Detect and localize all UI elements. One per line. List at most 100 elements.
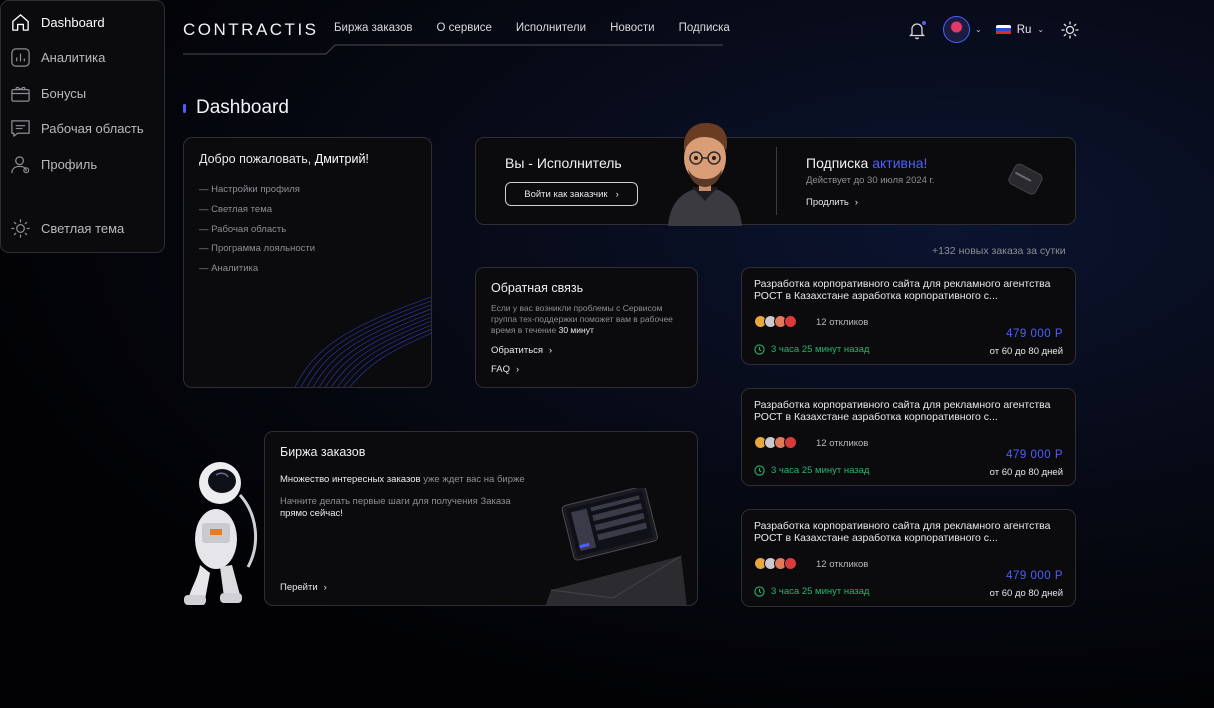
role-divider bbox=[776, 147, 777, 215]
go-to-exchange-link[interactable]: Перейти › bbox=[280, 582, 327, 593]
order-title[interactable]: Разработка корпоративного сайта для рекл… bbox=[754, 278, 1066, 302]
quick-link-profile-settings[interactable]: — Настройки профиля bbox=[199, 180, 315, 200]
quick-link-workspace[interactable]: — Рабочая область bbox=[199, 220, 315, 240]
welcome-greeting: Добро пожаловать, bbox=[199, 152, 312, 166]
order-time-label: 3 часа 25 минут назад bbox=[771, 344, 870, 355]
sun-icon bbox=[11, 219, 30, 238]
responder-avatars bbox=[754, 557, 797, 570]
responder-avatars bbox=[754, 436, 797, 449]
order-price: 479 000 Р bbox=[1006, 449, 1063, 461]
chevron-down-icon[interactable]: ⌄ bbox=[975, 25, 982, 34]
login-as-customer-button[interactable]: Войти как заказчик › bbox=[505, 182, 638, 206]
bell-icon[interactable] bbox=[906, 19, 928, 41]
order-time-label: 3 часа 25 минут назад bbox=[771, 586, 870, 597]
chevron-right-icon: › bbox=[549, 345, 553, 356]
sidebar-item-profile[interactable]: Профиль bbox=[10, 154, 97, 175]
subscription-title: Подписка активна! bbox=[806, 155, 927, 171]
order-time: 3 часа 25 минут назад bbox=[754, 344, 869, 355]
nav-link-orders[interactable]: Биржа заказов bbox=[334, 22, 413, 34]
link-label: Обратиться bbox=[491, 345, 544, 356]
order-duration: от 60 до 80 дней bbox=[989, 588, 1063, 599]
chevron-right-icon: › bbox=[854, 197, 859, 208]
feedback-card: Обратная связь Если у вас возникли пробл… bbox=[475, 267, 698, 388]
avatar bbox=[784, 557, 797, 570]
order-title[interactable]: Разработка корпоративного сайта для рекл… bbox=[754, 520, 1066, 544]
subscription-status: активна! bbox=[872, 155, 928, 171]
role-title: Вы - Исполнитель bbox=[505, 155, 622, 171]
clock-icon bbox=[754, 586, 765, 597]
contact-support-link[interactable]: Обратиться › bbox=[491, 345, 552, 356]
exchange-line1-bold: Множество интересных заказов bbox=[280, 474, 421, 485]
analytics-icon bbox=[11, 48, 30, 67]
exchange-line2: Начните делать первые шаги для получения… bbox=[280, 496, 540, 519]
character-illustration bbox=[668, 123, 742, 226]
sidebar-item-bonuses[interactable]: Бонусы bbox=[10, 83, 86, 104]
exchange-card: Биржа заказов Множество интересных заказ… bbox=[264, 431, 698, 606]
order-title[interactable]: Разработка корпоративного сайта для рекл… bbox=[754, 399, 1066, 423]
nav-link-news[interactable]: Новости bbox=[610, 22, 655, 34]
feedback-text-time: 30 минут bbox=[558, 325, 594, 335]
response-count: 12 откликов bbox=[816, 559, 869, 570]
order-time: 3 часа 25 минут назад bbox=[754, 586, 869, 597]
chevron-down-icon: ⌄ bbox=[1037, 25, 1045, 34]
quick-link-analytics[interactable]: — Аналитика bbox=[199, 259, 315, 279]
subscription-prefix: Подписка bbox=[806, 155, 869, 171]
chevron-right-icon: › bbox=[615, 188, 619, 200]
quick-links: — Настройки профиля — Светлая тема — Раб… bbox=[199, 180, 315, 279]
order-card[interactable]: Разработка корпоративного сайта для рекл… bbox=[741, 509, 1076, 607]
response-count: 12 откликов bbox=[816, 438, 869, 449]
feedback-title: Обратная связь bbox=[491, 281, 584, 295]
welcome-name: Дмитрий! bbox=[314, 152, 369, 166]
faq-link[interactable]: FAQ › bbox=[491, 364, 519, 375]
sidebar-item-label: Профиль bbox=[41, 157, 98, 172]
avatar bbox=[784, 315, 797, 328]
sidebar-item-dashboard[interactable]: Dashboard bbox=[10, 12, 105, 33]
exchange-line2-text: Начните делать первые шаги для получения… bbox=[280, 496, 511, 507]
subscription-valid-until: Действует до 30 июля 2024 г. bbox=[806, 175, 935, 186]
chevron-right-icon: › bbox=[323, 582, 327, 593]
quick-link-light-theme[interactable]: — Светлая тема bbox=[199, 200, 315, 220]
sidebar-item-label: Аналитика bbox=[41, 50, 106, 65]
chevron-right-icon: › bbox=[516, 364, 520, 375]
exchange-line1: Множество интересных заказов уже ждет ва… bbox=[280, 474, 525, 485]
gift-icon bbox=[11, 86, 30, 102]
extend-subscription-link[interactable]: Продлить › bbox=[806, 197, 858, 208]
logo[interactable]: CONTRACTIS bbox=[183, 20, 319, 40]
title-accent-bar bbox=[183, 103, 186, 113]
order-duration: от 60 до 80 дней bbox=[989, 346, 1063, 357]
language-label: Ru bbox=[1016, 23, 1032, 36]
sidebar-item-analytics[interactable]: Аналитика bbox=[10, 47, 105, 68]
sidebar-item-label: Бонусы bbox=[41, 86, 87, 101]
welcome-card: Добро пожаловать, Дмитрий! — Настройки п… bbox=[183, 137, 432, 388]
main-nav: Биржа заказов О сервисе Исполнители Ново… bbox=[334, 22, 730, 34]
order-card[interactable]: Разработка корпоративного сайта для рекл… bbox=[741, 388, 1076, 486]
sun-icon[interactable] bbox=[1061, 20, 1079, 39]
home-icon bbox=[12, 14, 29, 31]
user-icon bbox=[11, 156, 30, 174]
order-duration: от 60 до 80 дней bbox=[989, 467, 1063, 478]
astronaut-illustration bbox=[184, 462, 258, 605]
avatar[interactable] bbox=[943, 16, 970, 43]
nav-link-performers[interactable]: Исполнители bbox=[516, 22, 586, 34]
header-actions: ⌄ Ru ⌄ bbox=[906, 16, 1079, 43]
sidebar: Dashboard Аналитика Бонусы Рабочая облас… bbox=[0, 0, 165, 253]
link-label: Продлить bbox=[806, 197, 849, 208]
nav-link-about[interactable]: О сервисе bbox=[437, 22, 492, 34]
link-label: FAQ bbox=[491, 364, 511, 375]
response-count: 12 откликов bbox=[816, 317, 869, 328]
button-label: Войти как заказчик bbox=[524, 188, 608, 200]
language-selector[interactable]: Ru ⌄ bbox=[995, 23, 1045, 36]
laptop-illustration bbox=[545, 488, 687, 605]
role-card: Вы - Исполнитель Войти как заказчик › По… bbox=[475, 123, 1076, 226]
order-price: 479 000 Р bbox=[1006, 328, 1063, 340]
quick-link-loyalty[interactable]: — Программа лояльности bbox=[199, 239, 315, 259]
responder-avatars bbox=[754, 315, 797, 328]
order-card[interactable]: Разработка корпоративного сайта для рекл… bbox=[741, 267, 1076, 365]
new-orders-count: +132 новых заказа за сутки bbox=[932, 245, 1066, 257]
chat-icon bbox=[11, 120, 30, 137]
nav-link-subscription[interactable]: Подписка bbox=[679, 22, 730, 34]
russian-flag-icon bbox=[995, 24, 1011, 35]
sidebar-item-workspace[interactable]: Рабочая область bbox=[10, 118, 144, 139]
theme-toggle[interactable]: Светлая тема bbox=[10, 218, 124, 239]
theme-toggle-label: Светлая тема bbox=[41, 221, 125, 236]
